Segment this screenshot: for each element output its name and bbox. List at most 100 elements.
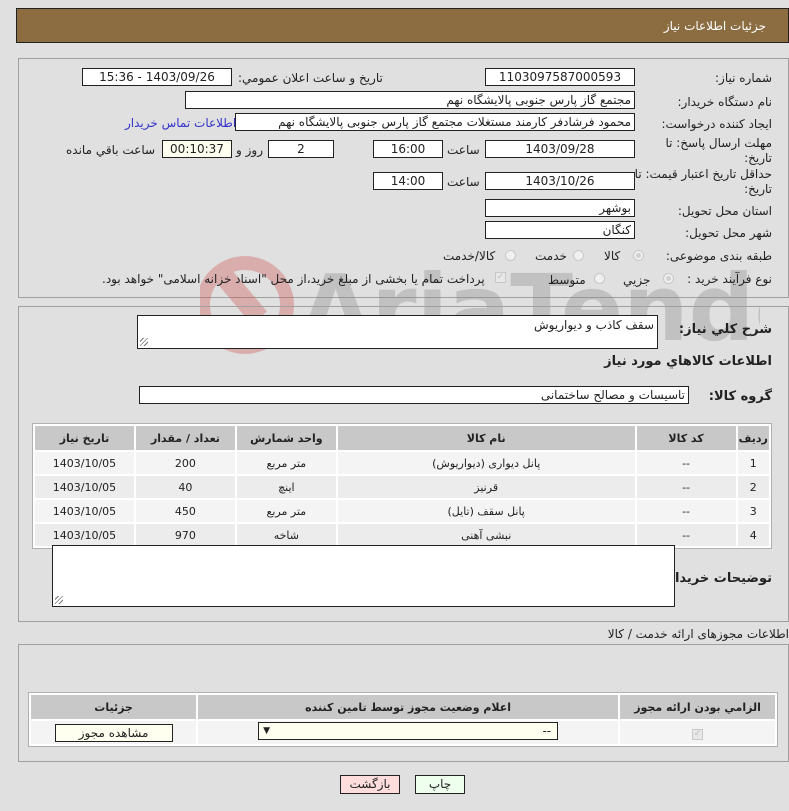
chevron-down-icon: ▼: [263, 726, 271, 736]
permits-section-title: اطلاعات مجوزهای ارائه خدمت / کالا: [607, 627, 789, 641]
col-unit: واحد شمارش: [236, 426, 336, 450]
cell-item-code: --: [636, 524, 736, 546]
category-radio-service[interactable]: [573, 250, 584, 261]
permits-table: الزامي بودن ارائه مجوز اعلام وضعیت مجوز …: [28, 692, 778, 747]
province-field: بوشهر: [485, 199, 635, 217]
reply-date-field: 1403/09/28: [485, 140, 635, 158]
goods-group-field: تاسیسات و مصالح ساختمانی: [139, 386, 689, 404]
col-quantity: تعداد / مقدار: [135, 426, 235, 450]
creator-label: ایجاد کننده درخواست:: [661, 117, 772, 131]
back-button[interactable]: بازگشت: [340, 775, 400, 794]
city-label: شهر محل تحویل:: [685, 226, 772, 240]
col-permit-required: الزامي بودن ارائه مجوز: [620, 695, 775, 719]
process-radio-minor[interactable]: [663, 273, 674, 284]
view-permit-button[interactable]: مشاهده مجوز: [54, 723, 173, 742]
category-radio-goods[interactable]: [633, 250, 644, 261]
category-option-goods: کالا: [604, 249, 621, 263]
col-item-name: نام کالا: [337, 426, 635, 450]
category-radio-goods-service[interactable]: [505, 250, 516, 261]
goods-table-header: ردیف کد کالا نام کالا واحد شمارش تعداد /…: [35, 426, 769, 450]
goods-group-label: گروه کالا:: [708, 389, 772, 404]
cell-need-date: 1403/10/05: [35, 452, 134, 474]
remaining-time-field: 00:10:37: [162, 140, 232, 158]
cell-row-number: 4: [737, 524, 769, 546]
description-textarea[interactable]: سقف کاذب و دیواریوش: [137, 315, 658, 349]
need-number-label: شماره نیاز:: [715, 71, 772, 85]
table-row: 2 -- قرنیز اینچ 40 1403/10/05: [35, 476, 769, 498]
resize-grip-icon[interactable]: [55, 596, 63, 604]
process-radio-medium[interactable]: [594, 273, 605, 284]
cell-quantity: 200: [135, 452, 235, 474]
cell-item-code: --: [636, 452, 736, 474]
resize-grip-icon[interactable]: [140, 338, 148, 346]
days-label: روز و: [236, 143, 263, 157]
col-row-number: ردیف: [737, 426, 769, 450]
permit-status-select[interactable]: -- ▼: [258, 722, 559, 740]
reply-time-label: ساعت: [447, 143, 480, 157]
cell-permit-status: -- ▼: [198, 721, 619, 744]
cell-item-name: قرنیز: [337, 476, 635, 498]
announce-label: تاریخ و ساعت اعلان عمومي:: [238, 71, 383, 85]
validity-time-field: 14:00: [373, 172, 443, 190]
buyer-contact-link[interactable]: اطلاعات تماس خریدار: [125, 116, 236, 130]
buyer-org-field: مجتمع گاز پارس جنوبی پالایشگاه نهم: [185, 91, 635, 109]
reply-deadline-label-date: تاریخ:: [744, 151, 772, 165]
description-value: سقف کاذب و دیواریوش: [534, 318, 654, 332]
remaining-label: ساعت باقي مانده: [66, 143, 156, 157]
cell-quantity: 40: [135, 476, 235, 498]
cell-row-number: 1: [737, 452, 769, 474]
province-label: استان محل تحویل:: [677, 204, 772, 218]
permit-required-checkbox[interactable]: ✓: [692, 728, 704, 740]
cell-unit: متر مربع: [236, 452, 336, 474]
goods-section-title: اطلاعات کالاهاي مورد نیاز: [604, 354, 772, 369]
need-number-field: 1103097587000593: [485, 68, 635, 86]
col-permit-details: جزئیات: [31, 695, 197, 719]
permits-table-wrap: الزامي بودن ارائه مجوز اعلام وضعیت مجوز …: [28, 692, 778, 747]
print-button[interactable]: چاپ: [415, 775, 465, 794]
cell-need-date: 1403/10/05: [35, 500, 134, 522]
creator-field: محمود فرشادفر کارمند مستغلات مجتمع گاز پ…: [235, 113, 635, 131]
description-label: شرح کلي نیاز:: [678, 322, 772, 337]
col-permit-status: اعلام وضعیت مجوز توسط تامین کننده: [198, 695, 619, 719]
goods-table: ردیف کد کالا نام کالا واحد شمارش تعداد /…: [32, 423, 772, 549]
col-need-date: تاریخ نیاز: [35, 426, 134, 450]
process-option-minor: جزیي: [623, 273, 651, 287]
cell-item-code: --: [636, 500, 736, 522]
cell-permit-required: ✓: [620, 721, 775, 744]
payment-note: پرداخت تمام یا بخشی از مبلغ خرید،از محل …: [102, 272, 485, 286]
table-row: 4 -- نبشی آهنی شاخه 970 1403/10/05: [35, 524, 769, 546]
cell-unit: شاخه: [236, 524, 336, 546]
buyer-org-label: نام دستگاه خریدار:: [677, 95, 773, 109]
cell-quantity: 450: [135, 500, 235, 522]
category-option-service: خدمت: [535, 249, 567, 263]
cell-quantity: 970: [135, 524, 235, 546]
table-row: ✓ -- ▼ مشاهده مجوز: [31, 721, 775, 744]
goods-table-wrap: ردیف کد کالا نام کالا واحد شمارش تعداد /…: [32, 423, 772, 549]
col-item-code: کد کالا: [636, 426, 736, 450]
category-label: طبقه بندی موضوعی:: [665, 249, 772, 263]
table-row: 3 -- پانل سقف (تایل) متر مربع 450 1403/1…: [35, 500, 769, 522]
reply-time-field: 16:00: [373, 140, 443, 158]
buyer-notes-textarea[interactable]: [52, 545, 675, 607]
validity-label-date: تاریخ:: [744, 182, 772, 196]
buyer-notes-label: توضیحات خریدار:: [662, 571, 772, 586]
city-field: کنگان: [485, 221, 635, 239]
cell-row-number: 3: [737, 500, 769, 522]
treasury-payment-checkbox[interactable]: ✓: [495, 272, 506, 283]
reply-deadline-label: مهلت ارسال پاسخ: تا: [665, 136, 772, 150]
table-row: 1 -- پانل دیواری (دیواریوش) متر مربع 200…: [35, 452, 769, 474]
cell-row-number: 2: [737, 476, 769, 498]
cell-need-date: 1403/10/05: [35, 476, 134, 498]
page-header: جزئیات اطلاعات نیاز: [16, 8, 789, 43]
page-title: جزئیات اطلاعات نیاز: [663, 19, 766, 33]
process-option-medium: متوسط: [548, 273, 586, 287]
cell-item-name: پانل سقف (تایل): [337, 500, 635, 522]
permit-status-value: --: [542, 724, 552, 738]
cell-item-name: نبشی آهنی: [337, 524, 635, 546]
cell-item-code: --: [636, 476, 736, 498]
cell-permit-details: مشاهده مجوز: [31, 721, 197, 744]
permits-table-header: الزامي بودن ارائه مجوز اعلام وضعیت مجوز …: [31, 695, 775, 719]
announce-field: 1403/09/26 - 15:36: [82, 68, 232, 86]
cell-unit: اینچ: [236, 476, 336, 498]
validity-date-field: 1403/10/26: [485, 172, 635, 190]
